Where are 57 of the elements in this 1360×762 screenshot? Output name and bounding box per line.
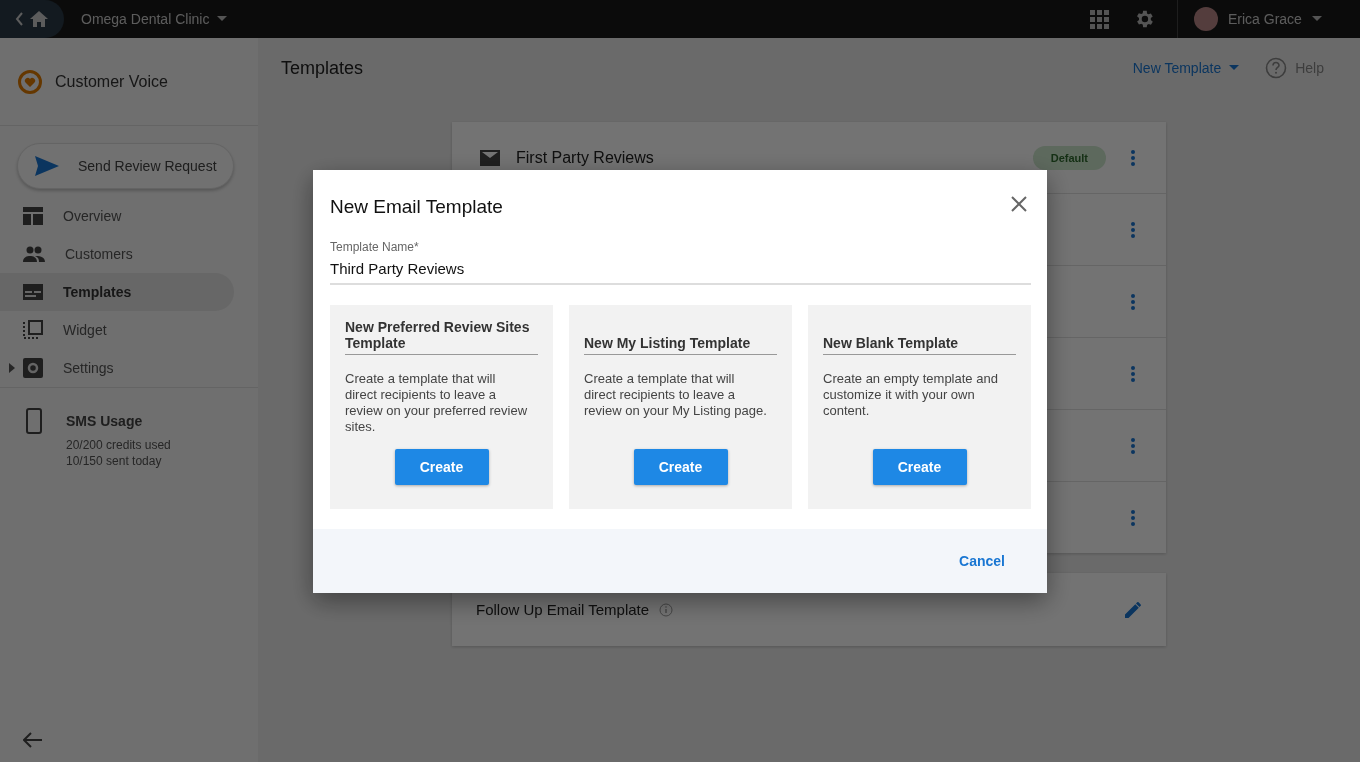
nav-item[interactable]: Widget: [0, 311, 234, 349]
avatar: [1194, 7, 1218, 31]
default-badge: Default: [1032, 145, 1106, 170]
apps-grid-icon[interactable]: [1089, 9, 1109, 29]
option-title: New My Listing Template: [584, 314, 777, 355]
template-name: First Party Reviews: [516, 148, 654, 167]
heart-bubble-logo-icon: [17, 68, 43, 95]
settings-icon: [23, 358, 43, 378]
people-icon: [23, 246, 45, 262]
close-icon[interactable]: [1011, 195, 1027, 212]
nav-item[interactable]: Overview: [0, 197, 234, 235]
home-button[interactable]: [0, 0, 64, 38]
mail-icon: [480, 149, 500, 166]
phone-icon: [26, 408, 42, 434]
page-title: Templates: [281, 57, 364, 79]
option-title: New Blank Template: [823, 314, 1016, 355]
create-button[interactable]: Create: [633, 448, 728, 485]
collapse-arrow-icon[interactable]: [23, 732, 43, 748]
back-home-icon: [14, 9, 50, 29]
create-button[interactable]: Create: [872, 448, 967, 485]
send-icon: [34, 155, 60, 177]
help-icon: [1265, 57, 1288, 79]
more-options-icon[interactable]: [1130, 436, 1136, 455]
edit-pencil-icon[interactable]: [1124, 600, 1142, 619]
caret-icon: [217, 16, 228, 22]
follow-up-template-title: Follow Up Email Template: [476, 601, 650, 618]
dialog-title: New Email Template: [330, 195, 503, 218]
sms-usage-title: SMS Usage: [66, 413, 144, 429]
sms-usage-text: 20/200 credits used: [66, 437, 171, 453]
template-icon: [23, 284, 43, 300]
widget-icon: [23, 320, 43, 340]
more-options-icon[interactable]: [1130, 148, 1136, 167]
option-description: Create a template that will direct recipients to leave a review on your My Listing page.: [584, 370, 768, 419]
caret-icon: [1311, 16, 1322, 22]
user-menu[interactable]: Erica Grace: [1177, 0, 1360, 38]
cancel-button[interactable]: Cancel: [945, 544, 1019, 577]
nav-item[interactable]: Templates: [0, 273, 234, 311]
nav-item[interactable]: Settings: [0, 349, 234, 387]
expand-caret-icon: [8, 363, 15, 373]
more-options-icon[interactable]: [1130, 292, 1136, 311]
nav-item[interactable]: Customers: [0, 235, 234, 273]
more-options-icon[interactable]: [1130, 364, 1136, 383]
caret-icon: [1229, 65, 1240, 71]
new-template-button[interactable]: New Template: [1126, 59, 1246, 77]
create-button[interactable]: Create: [394, 448, 489, 485]
more-options-icon[interactable]: [1130, 508, 1136, 527]
app-name: Customer Voice: [55, 72, 168, 91]
more-options-icon[interactable]: [1130, 220, 1136, 239]
field-label: Template Name*: [330, 239, 420, 254]
clinic-selector[interactable]: Omega Dental Clinic: [81, 11, 228, 27]
dashboard-icon: [23, 207, 43, 225]
sms-usage-text: 10/150 sent today: [66, 453, 163, 469]
info-icon: [659, 602, 674, 617]
option-title: New Preferred Review Sites Template: [345, 314, 538, 355]
option-description: Create an empty template and customize it with your own content.: [823, 370, 999, 419]
option-description: Create a template that will direct recipients to leave a review on your preferred review sites.: [345, 370, 529, 435]
send-review-request-button[interactable]: Send Review Request: [17, 143, 234, 189]
